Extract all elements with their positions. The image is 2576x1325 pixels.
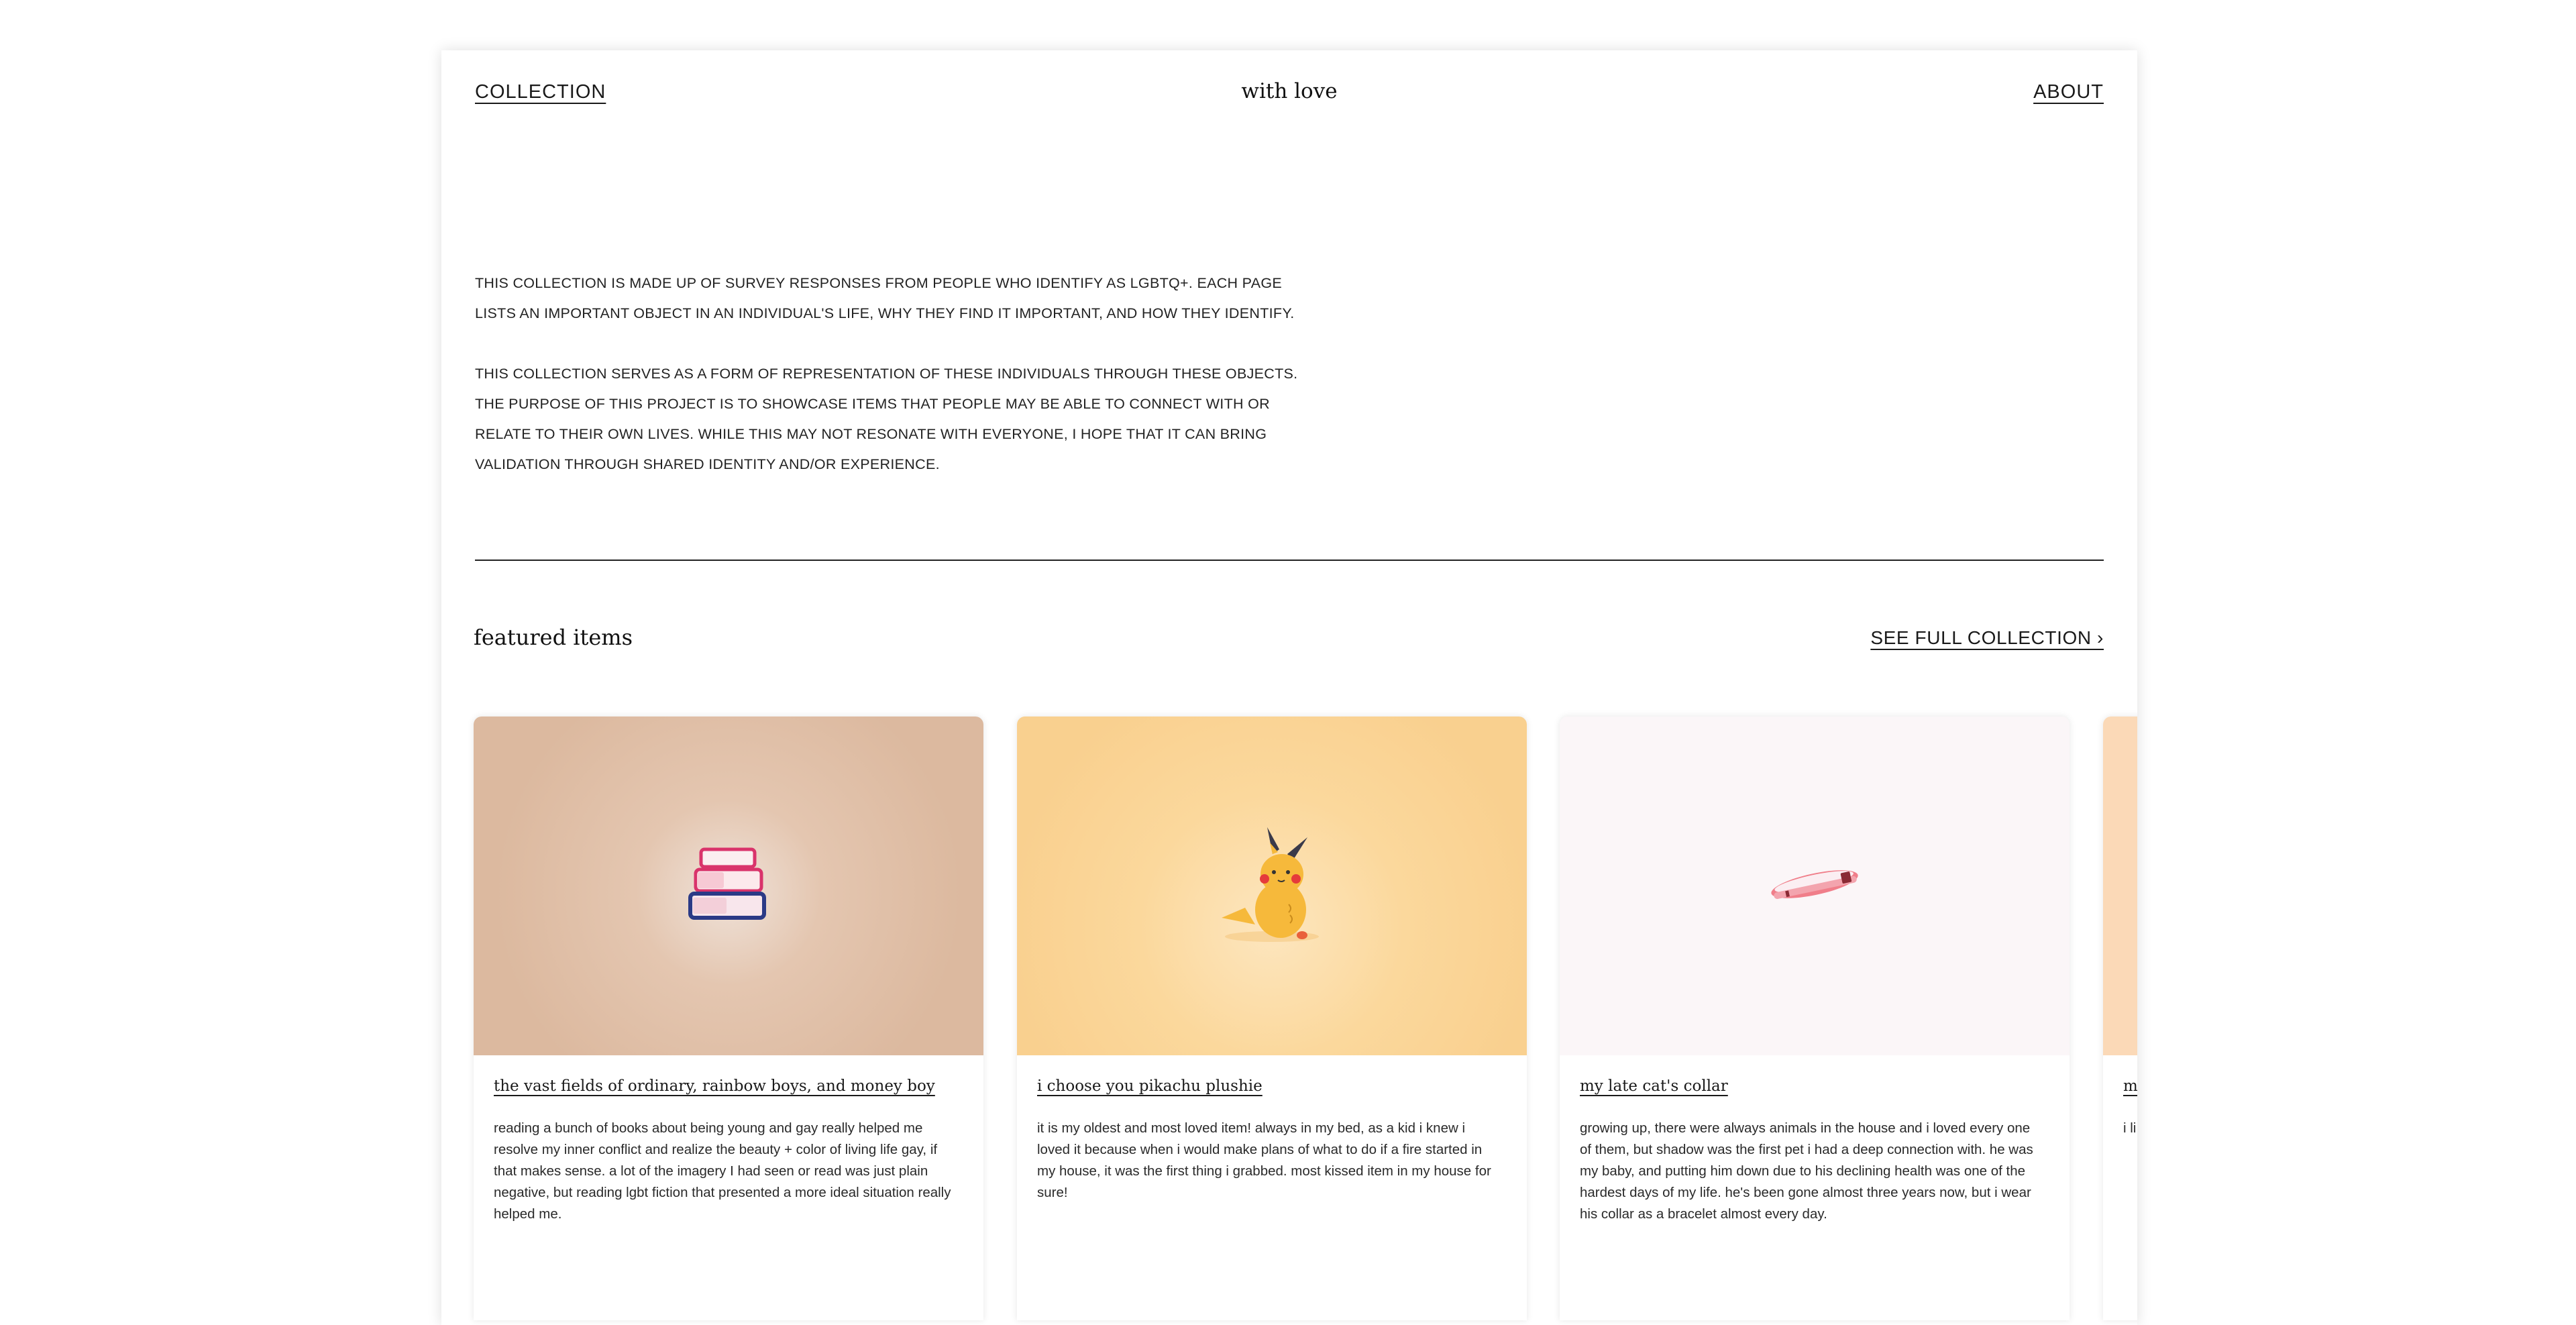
intro-text: THIS COLLECTION IS MADE UP OF SURVEY RES…	[475, 268, 1320, 510]
item-image	[1560, 717, 2070, 1055]
intro-paragraph-1: THIS COLLECTION IS MADE UP OF SURVEY RES…	[475, 275, 1295, 321]
page-container: COLLECTION with love ABOUT THIS COLLECTI…	[441, 50, 2137, 1325]
see-full-collection-link[interactable]: SEE FULL COLLECTION ›	[1870, 627, 2104, 649]
books-icon	[685, 844, 772, 928]
item-description: growing up, there were always animals in…	[1580, 1120, 2033, 1222]
item-description: it is my oldest and most loved item! alw…	[1037, 1120, 1491, 1200]
featured-items-heading: featured items	[474, 625, 633, 650]
item-image	[474, 717, 983, 1055]
item-title-link[interactable]: i choose you pikachu plushie	[1037, 1077, 1263, 1095]
item-title-link[interactable]: the vast fields of ordinary, rainbow boy…	[494, 1077, 935, 1095]
item-image	[2103, 717, 2137, 1055]
item-description: reading a bunch of books about being you…	[494, 1120, 951, 1222]
site-brand[interactable]: with love	[441, 79, 2137, 103]
item-description: i li i'n yo sp the	[2123, 1120, 2137, 1136]
section-divider	[475, 560, 2104, 561]
pikachu-plushie-icon	[1208, 824, 1336, 948]
intro-paragraph-2: THIS COLLECTION SERVES AS A FORM OF REPR…	[475, 366, 1298, 472]
cat-collar-icon	[1764, 857, 1865, 914]
nav-about-link[interactable]: ABOUT	[2033, 81, 2104, 103]
item-title-link[interactable]: m	[2123, 1077, 2137, 1095]
item-title-link[interactable]: my late cat's collar	[1580, 1077, 1728, 1095]
featured-item-card[interactable]: m i li i'n yo sp the	[2103, 717, 2137, 1320]
featured-item-card[interactable]: my late cat's collar growing up, there w…	[1560, 717, 2070, 1320]
featured-item-card[interactable]: i choose you pikachu plushie it is my ol…	[1017, 717, 1527, 1320]
item-image	[1017, 717, 1527, 1055]
featured-item-card[interactable]: the vast fields of ordinary, rainbow boy…	[474, 717, 983, 1320]
